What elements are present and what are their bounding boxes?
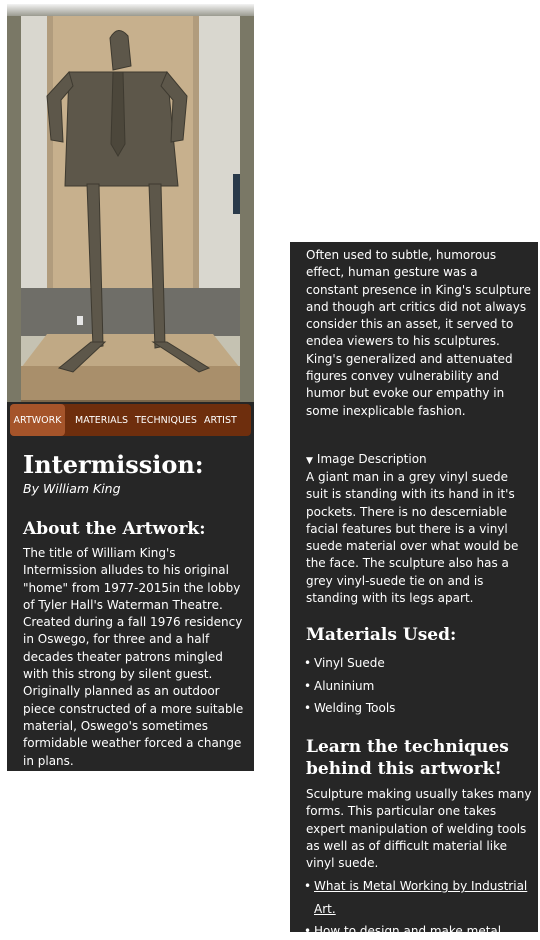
tab-artwork[interactable]: ARTWORK xyxy=(10,404,65,436)
triangle-down-icon: ▼ xyxy=(306,456,313,466)
tab-techniques[interactable]: TECHNIQUES xyxy=(135,404,197,436)
list-item: Aluninium xyxy=(304,675,530,698)
artwork-panel: ARTWORK MATERIALS TECHNIQUES ARTIST Inte… xyxy=(7,4,254,771)
techniques-paragraph: Sculpture making usually takes many form… xyxy=(306,787,532,871)
page-title: Intermission: xyxy=(23,450,204,479)
about-paragraph-continued: Often used to subtle, humorous effect, h… xyxy=(306,248,531,418)
tab-materials[interactable]: MATERIALS xyxy=(75,404,128,436)
sculpture-photo xyxy=(7,16,254,402)
list-item: What is Metal Working by Industrial Art. xyxy=(304,875,530,920)
link-design-metal[interactable]: How to design and make metal xyxy=(314,924,501,932)
about-heading: About the Artwork: xyxy=(23,519,206,539)
list-item: How to design and make metal xyxy=(304,920,530,932)
techniques-links: What is Metal Working by Industrial Art.… xyxy=(304,875,530,932)
materials-heading: Materials Used: xyxy=(306,625,457,645)
section-nav: ARTWORK MATERIALS TECHNIQUES ARTIST xyxy=(10,404,251,436)
details-panel: Often used to subtle, humorous effect, h… xyxy=(290,242,538,932)
link-metal-working[interactable]: What is Metal Working by Industrial Art. xyxy=(314,879,527,916)
artist-byline: By William King xyxy=(23,481,121,496)
materials-list: Vinyl Suede Aluninium Welding Tools xyxy=(304,652,530,720)
about-paragraph: The title of William King's Intermission… xyxy=(23,546,244,768)
image-description-label: Image Description xyxy=(316,452,427,466)
image-description-toggle[interactable]: ▼ Image Description xyxy=(306,451,532,470)
image-description-text: A giant man in a grey vinyl suede suit i… xyxy=(306,470,519,606)
tab-artist[interactable]: ARTIST xyxy=(204,404,237,436)
list-item: Welding Tools xyxy=(304,697,530,720)
list-item: Vinyl Suede xyxy=(304,652,530,675)
techniques-heading: Learn the techniques behind this artwork… xyxy=(306,737,509,779)
